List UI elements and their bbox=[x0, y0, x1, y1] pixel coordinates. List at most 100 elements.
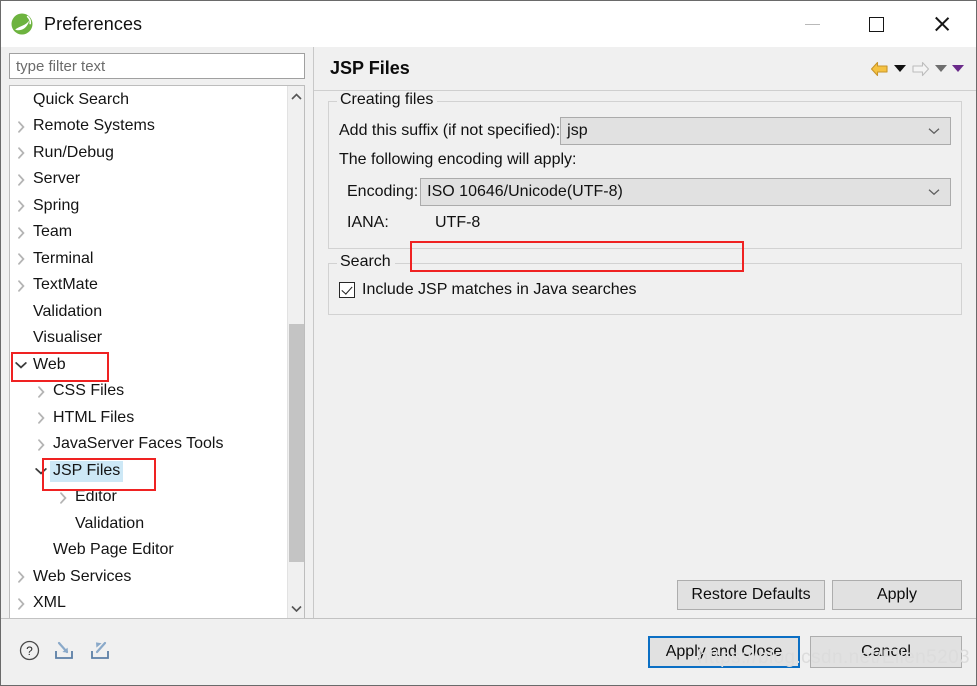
iana-value: UTF-8 bbox=[435, 214, 481, 231]
spring-leaf-logo-icon bbox=[10, 12, 34, 36]
page-menu-caret-down-icon[interactable] bbox=[952, 65, 964, 72]
tree-item-team[interactable]: Team bbox=[10, 220, 286, 247]
tree-item-quick-search[interactable]: Quick Search bbox=[10, 87, 286, 114]
tree-item-jsp-files[interactable]: JSP Files bbox=[10, 458, 286, 485]
chevron-right-icon[interactable] bbox=[12, 227, 30, 239]
minimize-icon bbox=[804, 23, 820, 25]
svg-text:?: ? bbox=[26, 644, 33, 658]
chevron-right-icon[interactable] bbox=[12, 571, 30, 583]
encoding-value: ISO 10646/Unicode(UTF-8) bbox=[427, 182, 623, 200]
encoding-label: Encoding: bbox=[347, 182, 419, 200]
scroll-up-arrow-icon[interactable] bbox=[288, 86, 304, 106]
encoding-combo[interactable]: ISO 10646/Unicode(UTF-8) bbox=[420, 177, 951, 206]
cancel-button[interactable]: Cancel bbox=[810, 636, 962, 668]
restore-defaults-button[interactable]: Restore Defaults bbox=[677, 580, 825, 610]
tree-item-web-services[interactable]: Web Services bbox=[10, 564, 286, 591]
tree-item-label: XML bbox=[33, 594, 66, 612]
forward-arrow-icon bbox=[911, 61, 930, 77]
forward-history-caret-down-icon[interactable] bbox=[935, 65, 947, 72]
chevron-right-icon[interactable] bbox=[12, 598, 30, 610]
apply-and-close-button[interactable]: Apply and Close bbox=[648, 636, 800, 668]
export-icon[interactable] bbox=[88, 640, 112, 665]
chevron-down-icon[interactable] bbox=[12, 361, 30, 369]
tree-item-label: Spring bbox=[33, 196, 80, 214]
close-button[interactable] bbox=[908, 1, 976, 47]
tree-item-web-page-editor[interactable]: Web Page Editor bbox=[10, 538, 286, 565]
tree-item-label: Team bbox=[33, 223, 73, 241]
tree-item-validation[interactable]: Validation bbox=[10, 511, 286, 538]
tree-item-label: Editor bbox=[75, 488, 117, 506]
tree-item-html-files[interactable]: HTML Files bbox=[10, 405, 286, 432]
chevron-right-icon[interactable] bbox=[54, 492, 72, 504]
chevron-right-icon[interactable] bbox=[32, 439, 50, 451]
window-controls bbox=[780, 1, 976, 47]
tree-item-label: JavaServer Faces Tools bbox=[53, 435, 224, 453]
tree-item-label: Validation bbox=[75, 514, 145, 532]
search-group: Search Include JSP matches in Java searc… bbox=[328, 253, 962, 315]
creating-files-group: Creating files Add this suffix (if not s… bbox=[328, 91, 962, 249]
tree-item-label: Web Services bbox=[33, 567, 132, 585]
tree-item-validation[interactable]: Validation bbox=[10, 299, 286, 326]
chevron-right-icon[interactable] bbox=[12, 174, 30, 186]
apply-button[interactable]: Apply bbox=[832, 580, 962, 610]
chevron-right-icon[interactable] bbox=[12, 200, 30, 212]
tree-item-editor[interactable]: Editor bbox=[10, 485, 286, 512]
dialog-body: type filter text Quick Search Remote Syst… bbox=[1, 47, 976, 618]
tree-list: Quick Search Remote Systems Run/Debug Serve… bbox=[10, 86, 286, 618]
tree-item-label: Server bbox=[33, 170, 81, 188]
close-icon bbox=[933, 15, 951, 33]
tree-item-run-debug[interactable]: Run/Debug bbox=[10, 140, 286, 167]
chevron-right-icon[interactable] bbox=[32, 386, 50, 398]
title-bar: Preferences bbox=[1, 1, 976, 47]
tree-item-css-files[interactable]: CSS Files bbox=[10, 379, 286, 406]
back-history-caret-down-icon[interactable] bbox=[894, 65, 906, 72]
chevron-down-icon bbox=[928, 124, 940, 137]
page-header: JSP Files bbox=[314, 47, 976, 91]
scroll-thumb[interactable] bbox=[289, 324, 304, 562]
suffix-combo[interactable]: jsp bbox=[560, 116, 951, 145]
minimize-button[interactable] bbox=[780, 1, 844, 47]
tree-item-label: Web Page Editor bbox=[53, 541, 174, 559]
help-icon[interactable]: ? bbox=[19, 640, 40, 665]
preferences-tree[interactable]: Quick Search Remote Systems Run/Debug Serve… bbox=[9, 85, 305, 618]
tree-item-label: TextMate bbox=[33, 276, 98, 294]
tree-item-label: Quick Search bbox=[33, 90, 130, 108]
chevron-right-icon[interactable] bbox=[12, 147, 30, 159]
suffix-row: Add this suffix (if not specified): jsp bbox=[339, 116, 951, 145]
page-title: JSP Files bbox=[330, 58, 410, 78]
include-jsp-matches-label: Include JSP matches in Java searches bbox=[362, 281, 637, 298]
back-arrow-icon[interactable] bbox=[870, 61, 889, 77]
window-title: Preferences bbox=[44, 13, 143, 34]
tree-item-remote-systems[interactable]: Remote Systems bbox=[10, 114, 286, 141]
chevron-down-icon[interactable] bbox=[32, 467, 50, 475]
tree-item-spring[interactable]: Spring bbox=[10, 193, 286, 220]
tree-item-web[interactable]: Web bbox=[10, 352, 286, 379]
tree-item-xml[interactable]: XML bbox=[10, 591, 286, 618]
tree-item-terminal[interactable]: Terminal bbox=[10, 246, 286, 273]
chevron-right-icon[interactable] bbox=[32, 412, 50, 424]
search-legend: Search bbox=[337, 253, 395, 271]
chevron-right-icon[interactable] bbox=[12, 253, 30, 265]
scroll-down-arrow-icon[interactable] bbox=[288, 598, 304, 618]
encoding-intro-text: The following encoding will apply: bbox=[339, 151, 577, 168]
chevron-right-icon[interactable] bbox=[12, 121, 30, 133]
tree-item-visualiser[interactable]: Visualiser bbox=[10, 326, 286, 353]
include-jsp-matches-checkbox-row[interactable]: Include JSP matches in Java searches bbox=[339, 278, 951, 302]
encoding-row: Encoding: ISO 10646/Unicode(UTF-8) bbox=[339, 177, 951, 206]
preferences-dialog: Preferences type filter text Quick Searc… bbox=[0, 0, 977, 686]
page-action-row: Restore Defaults Apply bbox=[314, 580, 976, 618]
tree-item-textmate[interactable]: TextMate bbox=[10, 273, 286, 300]
preferences-sidebar: type filter text Quick Search Remote Syst… bbox=[1, 47, 313, 618]
tree-item-label: CSS Files bbox=[53, 382, 125, 400]
filter-input[interactable]: type filter text bbox=[9, 53, 305, 79]
tree-item-server[interactable]: Server bbox=[10, 167, 286, 194]
include-jsp-matches-checkbox[interactable] bbox=[339, 282, 355, 298]
chevron-right-icon[interactable] bbox=[12, 280, 30, 292]
tree-item-javaserver-faces-tools[interactable]: JavaServer Faces Tools bbox=[10, 432, 286, 459]
maximize-button[interactable] bbox=[844, 1, 908, 47]
import-icon[interactable] bbox=[52, 640, 76, 665]
suffix-label: Add this suffix (if not specified): bbox=[339, 121, 561, 139]
tree-item-label: HTML Files bbox=[53, 408, 135, 426]
tree-scrollbar[interactable] bbox=[287, 86, 304, 618]
iana-row: IANA: UTF-8 bbox=[339, 210, 951, 236]
